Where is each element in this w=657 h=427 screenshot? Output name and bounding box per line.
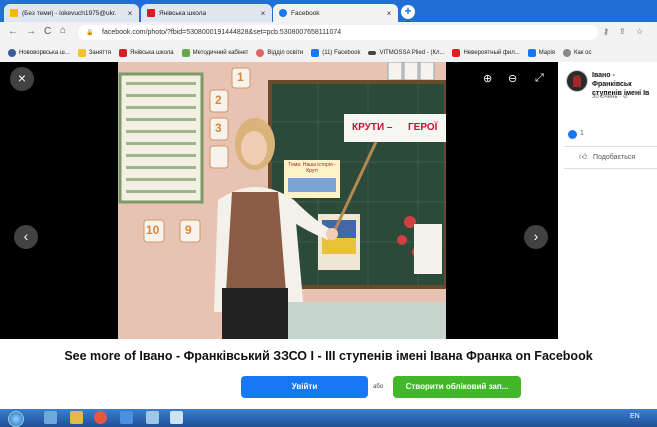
board-title-text: ГЕРОЇ (408, 122, 438, 133)
address-bar[interactable]: facebook.com/photo/?fbid=530800019144482… (78, 25, 598, 40)
bookmark-item[interactable]: Марія (527, 49, 555, 57)
globe-icon (563, 49, 572, 57)
globe-icon (8, 49, 16, 57)
bookmark-item[interactable]: Відділ освіти (256, 49, 303, 57)
zoom-out-icon[interactable]: ⊖ (508, 72, 517, 85)
school-icon (119, 49, 128, 57)
key-icon[interactable]: ⚷ (603, 27, 609, 36)
facebook-icon (279, 9, 287, 17)
close-viewer-button[interactable]: × (10, 67, 34, 91)
facebook-icon (527, 49, 536, 57)
close-tab-icon[interactable]: × (258, 9, 268, 18)
language-indicator[interactable]: EN (630, 413, 640, 420)
board-title-text: КРУТИ – (352, 122, 393, 133)
tab-facebook[interactable]: Facebook × (273, 4, 398, 22)
classroom-photo (118, 62, 446, 339)
brand-icon (368, 51, 377, 55)
number-card: 1 (237, 70, 244, 84)
like-button[interactable]: Подобається (593, 154, 635, 161)
bookmark-item[interactable]: VITMOSSA Plied - (Кл... (368, 50, 444, 56)
taskbar-app-icon[interactable] (170, 411, 183, 424)
new-tab-button[interactable]: + (401, 5, 415, 19)
book-icon (181, 49, 190, 57)
bookmark-item[interactable]: Нововорвська ш... (8, 49, 70, 57)
bookmarks-bar: Нововорвська ш... Заняття Янівська школа… (0, 44, 657, 63)
school-icon (147, 9, 155, 17)
login-button[interactable]: Увійти (241, 376, 368, 398)
chrome-icon[interactable] (94, 411, 107, 424)
share-icon[interactable]: ⇪ (619, 27, 626, 36)
taskbar-app-icon[interactable] (44, 411, 57, 424)
photo[interactable]: КРУТИ – ГЕРОЇ Тема: Наша історія - Круті… (118, 62, 446, 339)
previous-photo-button[interactable]: ‹ (14, 225, 38, 249)
see-more-heading: See more of Івано - Франківський ЗЗСО І … (64, 349, 593, 363)
bookmark-item[interactable]: Заняття (77, 49, 111, 57)
bookmark-star-icon[interactable]: ☆ (636, 27, 643, 36)
page-avatar[interactable] (566, 70, 588, 92)
poster-text: Тема: Наша історія - Круті (288, 162, 336, 174)
folder-icon[interactable] (70, 411, 83, 424)
tab-school[interactable]: Янівська школа × (141, 4, 272, 22)
facebook-icon (311, 49, 320, 57)
zoom-in-icon[interactable]: ⊕ (483, 72, 492, 85)
number-card: 2 (215, 93, 222, 107)
forward-button[interactable]: → (26, 26, 36, 37)
divider (564, 168, 657, 169)
bookmark-item[interactable]: Методичний кабінет (181, 49, 248, 57)
taskbar-app-icon[interactable] (146, 411, 159, 424)
lock-icon: 🔒 (86, 30, 94, 36)
folder-icon (77, 49, 86, 57)
youtube-icon (452, 49, 461, 57)
thumbs-up-icon: 👍︎ (579, 152, 588, 161)
next-photo-button[interactable]: › (524, 225, 548, 249)
bookmark-item[interactable]: (11) Facebook (311, 49, 360, 57)
tab-mail[interactable]: (Без теми) - lokevuch1975@ukr. × (4, 4, 139, 22)
start-button[interactable] (2, 409, 30, 427)
bookmark-item[interactable]: Невероятный фил... (452, 49, 520, 57)
taskbar-app-icon[interactable] (120, 411, 133, 424)
number-card: 10 (146, 223, 160, 237)
divider (564, 146, 657, 147)
like-reaction-icon (568, 130, 577, 139)
close-tab-icon[interactable]: × (125, 9, 135, 18)
fullscreen-icon[interactable]: ⤢ (535, 72, 544, 85)
number-card: 3 (215, 121, 222, 135)
reload-button[interactable]: C (44, 26, 51, 37)
bookmark-item[interactable]: Янівська школа (119, 49, 174, 57)
url-text: facebook.com/photo/?fbid=530800019144482… (102, 29, 342, 36)
post-date[interactable]: 30 січень · ⊘ (592, 93, 628, 100)
number-card: 9 (185, 223, 192, 237)
department-icon (256, 49, 265, 57)
create-account-button[interactable]: Створити обліковий зап... (393, 376, 521, 398)
bookmark-item[interactable]: Как ос (563, 49, 592, 57)
back-button[interactable]: ← (8, 26, 18, 37)
reactions-count[interactable]: 1 (580, 130, 584, 137)
or-label: або (373, 384, 384, 390)
mail-icon (10, 9, 18, 17)
close-tab-icon[interactable]: × (384, 9, 394, 18)
home-button[interactable]: ⌂ (60, 25, 66, 36)
post-side-panel (558, 62, 657, 339)
